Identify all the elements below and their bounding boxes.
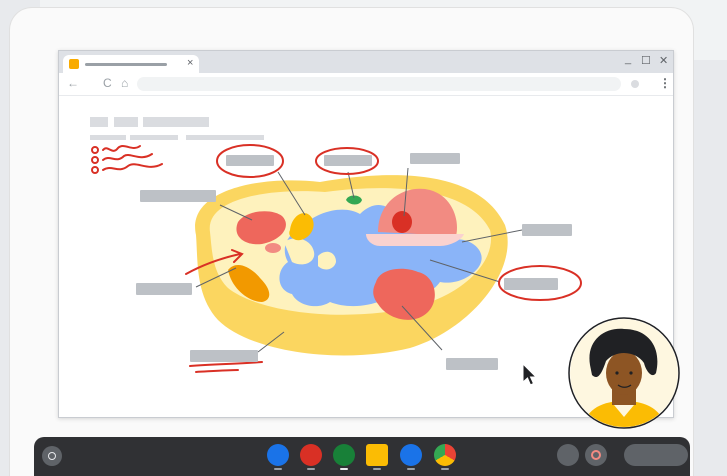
chrome-icon[interactable] — [434, 444, 456, 466]
list-bullet — [91, 166, 99, 174]
classroom-icon[interactable] — [366, 444, 388, 466]
app-indicator — [441, 468, 449, 470]
pointer-arrow-icon — [522, 363, 538, 386]
label-placeholder — [410, 153, 460, 164]
screen-record-icon[interactable] — [585, 444, 607, 466]
stylus-icon[interactable] — [557, 444, 579, 466]
app-indicator — [274, 468, 282, 470]
label-placeholder — [446, 358, 498, 370]
label-placeholder — [140, 190, 216, 202]
vesicle — [265, 243, 281, 253]
list-bullet — [91, 156, 99, 164]
camera-icon[interactable] — [400, 444, 422, 466]
canvas-icon[interactable] — [300, 444, 322, 466]
scribble — [102, 145, 141, 152]
app-indicator — [407, 468, 415, 470]
label-placeholder — [324, 155, 372, 166]
nucleolus — [392, 211, 412, 233]
shelf — [34, 437, 690, 476]
label-placeholder — [226, 155, 274, 166]
label-placeholder — [522, 224, 572, 236]
files-icon[interactable] — [267, 444, 289, 466]
app-indicator — [307, 468, 315, 470]
status-tray[interactable] — [624, 444, 688, 466]
scribble — [102, 163, 163, 171]
annotation-underline — [189, 361, 263, 373]
app-indicator — [340, 468, 348, 470]
app-indicator — [373, 468, 381, 470]
presenter-avatar — [568, 317, 680, 429]
label-placeholder — [136, 283, 192, 295]
nucleus-base — [366, 234, 464, 246]
label-placeholder — [504, 278, 558, 290]
classroom-reader-icon[interactable] — [333, 444, 355, 466]
label-placeholder — [190, 350, 258, 362]
launcher-icon[interactable] — [42, 446, 62, 466]
list-bullet — [91, 146, 99, 154]
scribble — [102, 153, 153, 161]
